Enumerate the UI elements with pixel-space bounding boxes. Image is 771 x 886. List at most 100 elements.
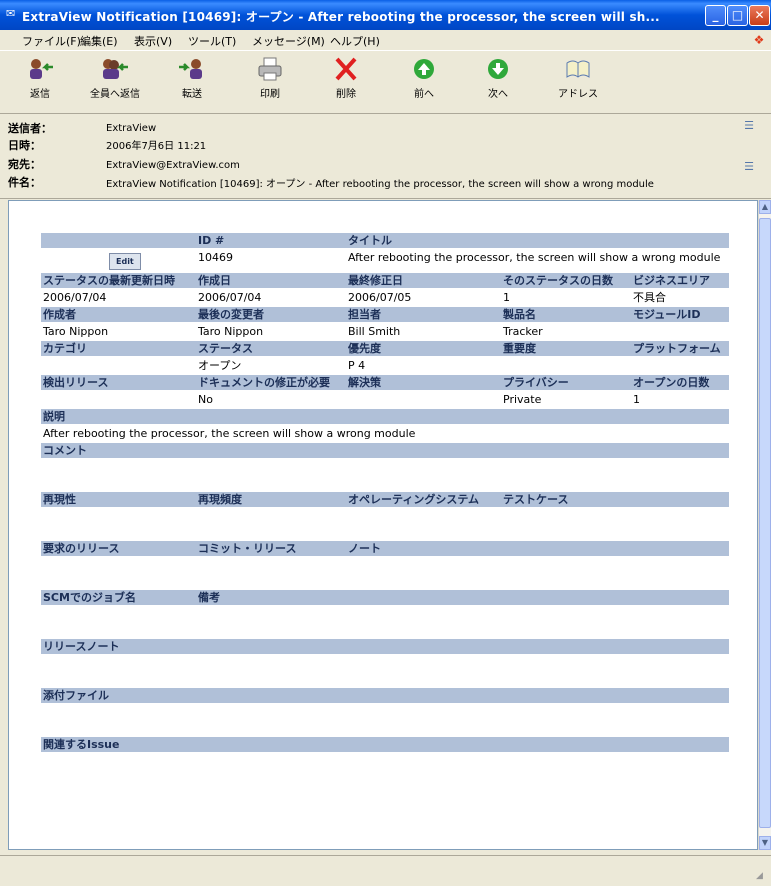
last-changed-by-value: Taro Nippon (198, 325, 264, 338)
description-header: 説明 (41, 409, 729, 424)
delete-button[interactable]: 削除 (322, 57, 370, 100)
title-header: タイトル (346, 233, 729, 248)
to-value[interactable]: ExtraView@ExtraView.com (106, 160, 240, 171)
title-value: After rebooting the processor, the scree… (348, 251, 721, 264)
platform-value (631, 358, 729, 373)
originator-header: 作成者 (41, 307, 196, 322)
reply-button[interactable]: 返信 (16, 57, 64, 100)
issue-table: ID # タイトル Edit 10469 After rebooting the… (41, 231, 729, 754)
scroll-down-button[interactable]: ▼ (759, 836, 771, 850)
scroll-thumb[interactable] (759, 218, 771, 828)
reply-all-label: 全員へ返信 (90, 89, 140, 100)
date-value: 2006年7月6日 11:21 (106, 141, 207, 152)
scroll-up-button[interactable]: ▲ (759, 200, 771, 214)
menu-message[interactable]: メッセージ(M) (252, 33, 325, 49)
days-open-header: オープンの日数 (631, 375, 729, 390)
os-header: オペレーティングシステム (346, 492, 501, 507)
table-row: 検出リリース ドキュメントの修正が必要 解決策 プライバシー オープンの日数 (41, 375, 729, 390)
next-label: 次へ (488, 89, 508, 100)
severity-value (501, 358, 631, 373)
table-row (41, 705, 729, 735)
comments-header: コメント (41, 443, 729, 458)
release-values (41, 558, 729, 588)
edit-header-cell (41, 233, 196, 248)
table-row: 作成者 最後の変更者 担当者 製品名 モジュールID (41, 307, 729, 322)
subject-value: ExtraView Notification [10469]: オープン - A… (106, 179, 654, 190)
edit-button[interactable]: Edit (109, 253, 141, 270)
forward-button[interactable]: 転送 (168, 57, 216, 100)
table-row: 再現性 再現頻度 オペレーティングシステム テストケース (41, 492, 729, 507)
description-value: After rebooting the processor, the scree… (43, 427, 416, 440)
table-row: No Private 1 (41, 392, 729, 407)
severity-header: 重要度 (501, 341, 631, 356)
menu-tools[interactable]: ツール(T) (188, 33, 236, 49)
resize-grip-icon[interactable]: ◢ (756, 871, 768, 883)
id-value: 10469 (198, 251, 233, 264)
subject-label: 件名： (8, 176, 41, 189)
arrow-up-icon (414, 59, 434, 79)
business-area-value: 不具合 (633, 291, 666, 304)
resolution-value (346, 392, 501, 407)
menu-edit[interactable]: 編集(E) (80, 33, 118, 49)
maximize-button[interactable]: □ (727, 5, 748, 26)
next-button[interactable]: 次へ (474, 57, 522, 100)
minimize-button[interactable]: _ (705, 5, 726, 26)
release-notes-value (41, 656, 729, 686)
delete-label: 削除 (336, 89, 356, 100)
print-button[interactable]: 印刷 (246, 57, 294, 100)
table-row (41, 509, 729, 539)
category-header: カテゴリ (41, 341, 196, 356)
privacy-header: プライバシー (501, 375, 631, 390)
comments-value (41, 460, 729, 490)
resolution-header: 解決策 (346, 375, 501, 390)
reply-icon (30, 59, 53, 79)
menu-view[interactable]: 表示(V) (134, 33, 172, 49)
doc-change-header: ドキュメントの修正が必要 (196, 375, 346, 390)
module-value (631, 324, 729, 339)
table-row (41, 460, 729, 490)
reply-label: 返信 (30, 89, 50, 100)
status-bar: ◢ (0, 855, 771, 886)
reply-all-button[interactable]: 全員へ返信 (90, 57, 140, 100)
edit-cell: Edit (41, 250, 196, 271)
category-value (41, 358, 196, 373)
table-row: 要求のリリース コミット・リリース ノート (41, 541, 729, 556)
attachments-header: 添付ファイル (41, 688, 729, 703)
address-book-button[interactable]: アドレス (554, 57, 602, 100)
scm-job-header: SCMでのジョブ名 (41, 590, 196, 605)
status-header: ステータス (196, 341, 346, 356)
test-case-header: テストケース (501, 492, 729, 507)
table-row: 2006/07/04 2006/07/04 2006/07/05 1 不具合 (41, 290, 729, 305)
previous-label: 前へ (414, 89, 434, 100)
platform-header: プラットフォーム (631, 341, 729, 356)
id-header: ID # (196, 233, 346, 248)
reply-all-icon (103, 59, 128, 79)
assigned-value: Bill Smith (348, 325, 401, 338)
forward-icon (179, 59, 202, 79)
message-body[interactable]: ID # タイトル Edit 10469 After rebooting the… (8, 200, 758, 850)
table-row: カテゴリ ステータス 優先度 重要度 プラットフォーム (41, 341, 729, 356)
requested-release-header: 要求のリリース (41, 541, 196, 556)
from-contact-icon[interactable]: ☰ (741, 120, 757, 132)
release-notes-header: リリースノート (41, 639, 729, 654)
created-header: 作成日 (196, 273, 346, 288)
doc-change-value: No (198, 393, 213, 406)
repro-values (41, 509, 729, 539)
product-value: Tracker (503, 325, 543, 338)
menu-help[interactable]: ヘルプ(H) (330, 33, 380, 49)
privacy-value: Private (503, 393, 542, 406)
table-row (41, 656, 729, 686)
vertical-scrollbar[interactable]: ▲ ▼ (758, 200, 771, 850)
title-bar[interactable]: ✉ ExtraView Notification [10469]: オープン -… (0, 0, 771, 30)
from-value[interactable]: ExtraView (106, 123, 156, 134)
table-row: SCMでのジョブ名 備考 (41, 590, 729, 605)
previous-button[interactable]: 前へ (400, 57, 448, 100)
close-button[interactable]: ✕ (749, 5, 770, 26)
arrow-down-icon (488, 59, 508, 79)
to-contact-icon[interactable]: ☰ (741, 161, 757, 173)
repro-freq-header: 再現頻度 (196, 492, 346, 507)
toolbar: 返信 全員へ返信 転送 印刷 削除 前へ 次へ アドレス (0, 51, 771, 114)
menu-file[interactable]: ファイル(F) (22, 33, 81, 49)
print-label: 印刷 (260, 89, 280, 100)
table-row: コメント (41, 443, 729, 458)
